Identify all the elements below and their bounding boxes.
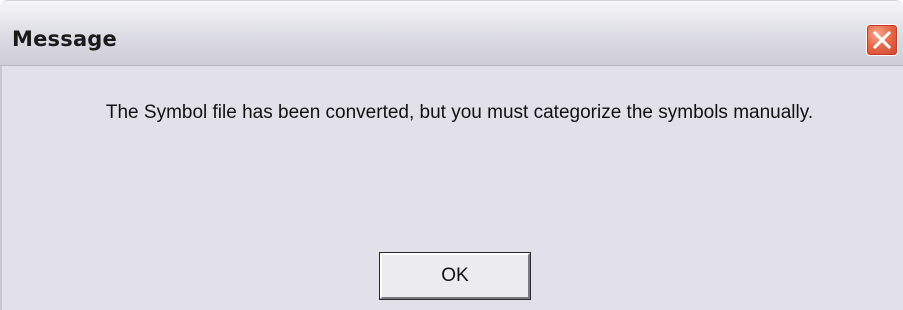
window-title: Message [12, 27, 117, 51]
message-dialog: Message The Symbol file has been convert… [0, 0, 903, 310]
close-button[interactable] [866, 24, 898, 56]
ok-button[interactable]: OK [379, 252, 531, 300]
message-text: The Symbol file has been converted, but … [105, 102, 814, 123]
title-bar[interactable]: Message [0, 0, 903, 66]
